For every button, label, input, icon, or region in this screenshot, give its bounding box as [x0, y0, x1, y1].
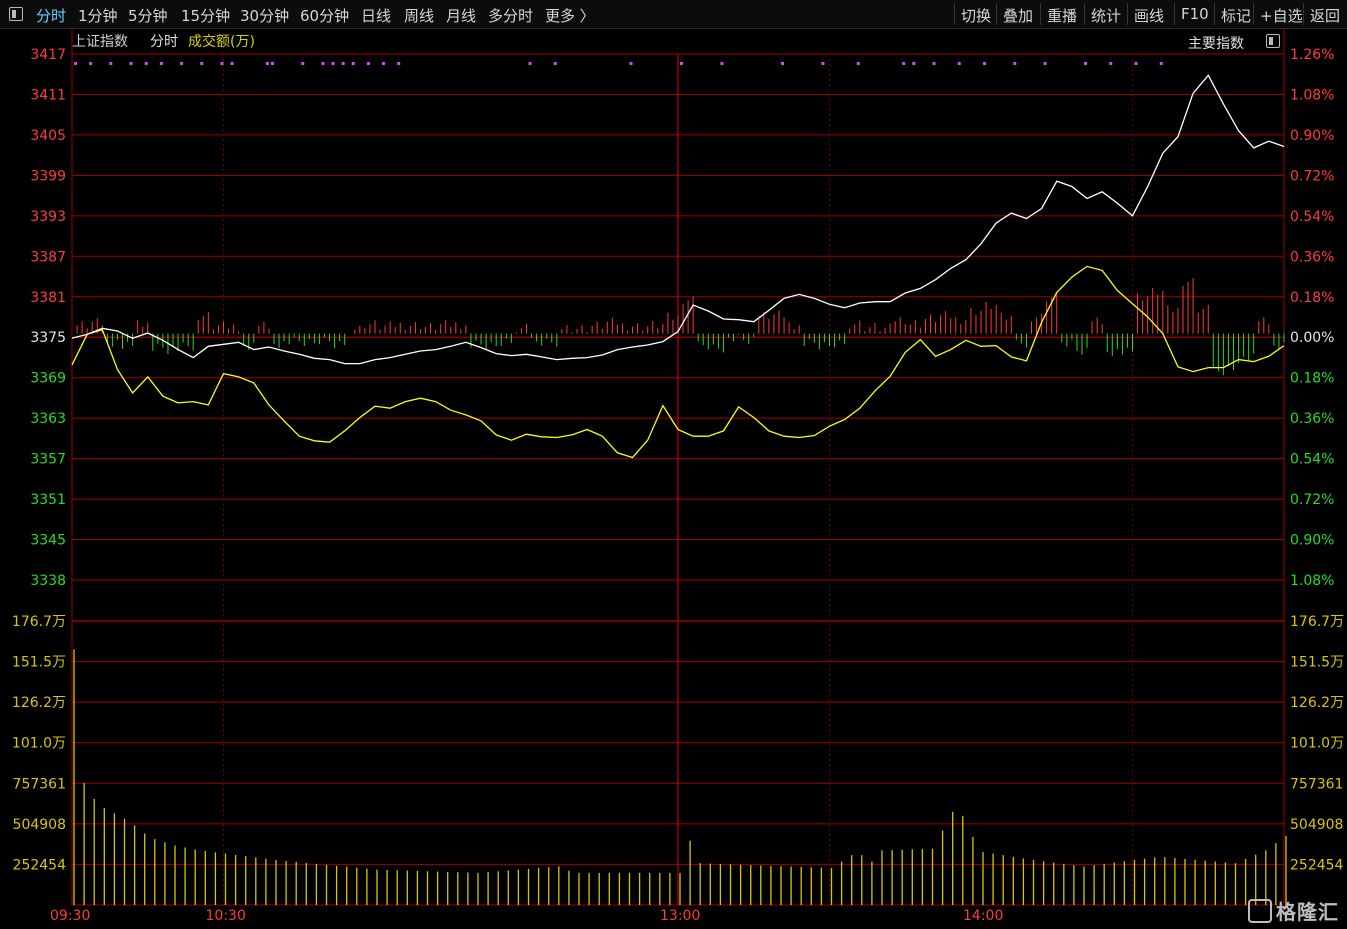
event-marker: [129, 62, 133, 65]
event-marker: [1134, 62, 1138, 65]
chart-canvas: 3417 3411 3405 3399 3393 3387 3381 3375 3369 3363…: [12, 28, 1344, 924]
pct-tick-label: 0.90%: [1290, 128, 1334, 144]
event-marker: [220, 62, 224, 65]
event-marker: [1109, 62, 1113, 65]
event-marker: [270, 62, 274, 65]
pct-tick-label: 0.72%: [1290, 168, 1334, 184]
event-marker: [159, 62, 163, 65]
event-marker: [856, 62, 860, 65]
volume-tick-right: 504908: [1290, 817, 1343, 833]
time-tick-label: 09:30: [50, 908, 90, 924]
event-marker: [680, 62, 683, 65]
time-tick-label: 14:00: [963, 908, 1003, 924]
price-tick-label: 3405: [30, 128, 66, 144]
price-tick-label: 3369: [30, 371, 66, 387]
event-marker: [912, 62, 916, 65]
main-index-label[interactable]: 主要指数: [1188, 33, 1244, 53]
pct-tick-label: 0.18%: [1290, 371, 1334, 387]
panel-toggle-icon[interactable]: [1266, 34, 1280, 48]
watermark-logo: 格隆汇: [1248, 896, 1339, 925]
event-marker: [720, 62, 724, 65]
price-tick-label: 3338: [30, 573, 66, 589]
event-marker: [397, 62, 401, 65]
event-marker: [902, 62, 906, 65]
event-marker: [932, 62, 936, 65]
event-marker: [351, 62, 355, 65]
price-tick-label: 3345: [30, 533, 66, 549]
event-marker: [301, 62, 305, 65]
pct-tick-label: 1.26%: [1290, 47, 1334, 63]
event-marker: [74, 62, 77, 65]
price-tick-label: 3399: [30, 168, 66, 184]
price-tick-label: 3357: [30, 452, 66, 468]
event-marker: [781, 62, 784, 65]
event-marker: [200, 62, 204, 65]
pct-tick-label: 1.08%: [1290, 87, 1334, 103]
volume-tick-right: 151.5万: [1290, 655, 1344, 671]
event-marker: [341, 62, 345, 65]
pct-tick-label: 0.90%: [1290, 533, 1334, 549]
time-tick-label: 10:30: [206, 908, 246, 924]
price-tick-label: 3375: [30, 330, 66, 346]
pct-tick-label: 1.08%: [1290, 573, 1334, 589]
price-tick-label: 3351: [30, 492, 66, 508]
volume-tick-right: 176.7万: [1290, 614, 1344, 630]
event-marker: [382, 62, 386, 65]
mode-label: 分时: [150, 34, 178, 50]
event-marker: [821, 62, 825, 65]
pct-tick-label: 0.36%: [1290, 249, 1334, 265]
volume-tick-left: 151.5万: [12, 655, 66, 671]
event-marker: [230, 62, 234, 65]
event-marker: [528, 62, 532, 65]
price-tick-label: 3381: [30, 290, 66, 306]
event-marker: [983, 62, 986, 65]
event-marker: [321, 62, 325, 65]
event-marker: [366, 62, 370, 65]
volume-tick-left: 252454: [13, 857, 67, 873]
pct-tick-label: 0.54%: [1290, 452, 1334, 468]
price-tick-label: 3387: [30, 249, 66, 265]
event-marker: [957, 62, 961, 65]
price-tick-label: 3363: [30, 411, 66, 427]
index-name-label: 上证指数: [72, 34, 128, 50]
volume-tick-right: 252454: [1290, 857, 1344, 873]
volume-tick-right: 101.0万: [1290, 736, 1344, 752]
volume-tick-left: 126.2万: [12, 695, 66, 711]
pct-tick-label: 0.18%: [1290, 290, 1334, 306]
event-marker: [1013, 62, 1017, 65]
pct-tick-label: 0.00%: [1290, 330, 1334, 346]
event-marker: [1084, 62, 1087, 65]
pct-tick-label: 0.54%: [1290, 209, 1334, 225]
time-tick-label: 13:00: [660, 908, 700, 924]
price-tick-label: 3393: [30, 209, 66, 225]
pct-tick-label: 0.72%: [1290, 492, 1334, 508]
volume-tick-left: 757361: [13, 776, 66, 792]
event-marker: [629, 62, 633, 65]
event-marker: [553, 62, 557, 65]
event-marker: [331, 62, 335, 65]
volume-tick-left: 101.0万: [12, 736, 66, 752]
event-marker: [1043, 62, 1047, 65]
event-marker: [109, 62, 113, 65]
volume-tick-left: 504908: [13, 817, 66, 833]
volume-tick-right: 757361: [1290, 776, 1343, 792]
price-tick-label: 3417: [30, 47, 66, 63]
volume-tick-left: 176.7万: [12, 614, 66, 630]
price-tick-label: 3411: [30, 87, 66, 103]
event-marker: [265, 62, 269, 65]
event-marker: [180, 62, 184, 65]
volume-label[interactable]: 成交额(万): [188, 31, 255, 51]
event-marker: [144, 62, 148, 65]
pct-tick-label: 0.36%: [1290, 411, 1334, 427]
volume-tick-right: 126.2万: [1290, 695, 1344, 711]
event-marker: [1159, 62, 1163, 65]
event-marker: [89, 62, 93, 65]
